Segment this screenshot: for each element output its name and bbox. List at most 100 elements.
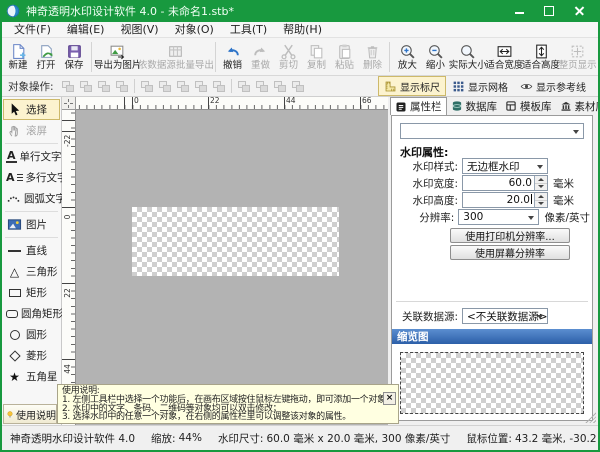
tool-group-separator <box>5 237 58 238</box>
tool-image[interactable]: 图片 <box>3 214 60 235</box>
tool-select[interactable]: 选择 <box>3 99 60 120</box>
zoom-in-button[interactable]: 放大 <box>394 39 420 74</box>
tool-circle[interactable]: 圆形 <box>3 324 60 345</box>
paste-icon <box>336 42 353 60</box>
open-button[interactable]: 打开 <box>33 39 59 74</box>
export-image-button[interactable]: 导出为图片 <box>96 39 139 74</box>
zoom-out-button[interactable]: 缩小 <box>422 39 448 74</box>
group-button[interactable] <box>271 78 289 95</box>
equal-width-button[interactable] <box>235 78 253 95</box>
save-button[interactable]: 保存 <box>61 39 87 74</box>
zoom-in-icon <box>399 42 416 60</box>
new-button[interactable]: 新建 <box>5 39 31 74</box>
undo-button[interactable]: 撤销 <box>219 39 245 74</box>
instructions-box: 使用说明: 1. 左侧工具栏中选择一个功能后，在画布区域按住鼠标左键拖动，即可添… <box>57 384 399 424</box>
paste-button[interactable]: 粘贴 <box>331 39 357 74</box>
align-center-h-button[interactable] <box>156 78 174 95</box>
tool-pan[interactable]: 滚屏 <box>3 120 60 141</box>
tool-multi-line-text[interactable]: A 多行文字 <box>3 167 60 188</box>
resolution-row: 分辨率: 300 像素/英寸 <box>396 209 590 225</box>
tab-templates[interactable]: 模板库 <box>501 97 556 115</box>
status-mouse-value: 43.2 毫米, -30.2 毫米 <box>515 431 598 446</box>
fit-width-icon <box>496 42 513 60</box>
tool-line[interactable]: 直线 <box>3 240 60 261</box>
watermark-style-row: 水印样式: 无边框水印 <box>396 158 590 174</box>
toolbar-separator <box>215 42 216 72</box>
thumbnail-preview[interactable] <box>400 352 584 414</box>
trash-icon <box>364 42 381 60</box>
watermark-width-input[interactable]: 60.0 <box>462 175 548 191</box>
send-backward-button[interactable] <box>113 78 131 95</box>
object-selector[interactable] <box>400 123 584 139</box>
resize-grip[interactable] <box>584 411 596 423</box>
watermark-area[interactable] <box>132 207 339 276</box>
datasource-label: 关联数据源: <box>396 309 458 324</box>
show-guides-toggle[interactable]: 显示参考线 <box>514 76 592 96</box>
line-icon <box>6 250 23 252</box>
main-toolbar: 新建 打开 保存 导出为图片 依数据源批量导出 撤销 <box>2 38 598 76</box>
toolbar-separator <box>134 79 135 93</box>
delete-button[interactable]: 删除 <box>359 39 385 74</box>
spin-up-button[interactable] <box>535 193 547 201</box>
menu-edit[interactable]: 编辑(E) <box>59 22 113 37</box>
menu-tools[interactable]: 工具(T) <box>222 22 275 37</box>
ungroup-button[interactable] <box>289 78 307 95</box>
close-button[interactable] <box>564 1 594 21</box>
send-to-back-button[interactable] <box>77 78 95 95</box>
bring-forward-button[interactable] <box>95 78 113 95</box>
menu-object[interactable]: 对象(O) <box>167 22 222 37</box>
tool-arc-text[interactable]: 圆弧文字 <box>3 188 60 209</box>
actual-size-button[interactable]: 实际大小 <box>450 39 485 74</box>
fit-width-button[interactable]: 适合宽度 <box>487 39 522 74</box>
width-unit-label: 毫米 <box>553 176 574 191</box>
align-bottom-button[interactable] <box>210 78 228 95</box>
tab-materials[interactable]: 素材库 <box>556 97 599 115</box>
align-left-button[interactable] <box>138 78 156 95</box>
menu-help[interactable]: 帮助(H) <box>275 22 330 37</box>
panel-content: 水印属性: 水印样式: 无边框水印 水印宽度: 60.0 <box>391 115 593 421</box>
tool-triangle[interactable]: △ 三角形 <box>3 261 60 282</box>
align-right-button[interactable] <box>174 78 192 95</box>
cut-button[interactable]: 剪切 <box>275 39 301 74</box>
app-window: 神奇透明水印设计软件 4.0 - 未命名1.stb* 文件(F) 编辑(E) 视… <box>0 0 600 452</box>
window-controls <box>504 1 594 21</box>
actual-size-icon <box>459 42 476 60</box>
spin-down-button[interactable] <box>535 184 547 191</box>
close-instructions-button[interactable]: × <box>383 392 396 405</box>
align-top-button[interactable] <box>192 78 210 95</box>
menu-file[interactable]: 文件(F) <box>6 22 59 37</box>
show-ruler-toggle[interactable]: 显示标尺 <box>378 76 446 96</box>
spin-up-button[interactable] <box>535 176 547 184</box>
batch-export-button[interactable]: 依数据源批量导出 <box>141 39 210 74</box>
datasource-select[interactable]: <不关联数据源> <box>462 308 548 324</box>
instructions-line: 3. 选择水印中的任意一个对象，在右侧的属性栏里可以调整该对象的属性。 <box>62 413 394 422</box>
redo-button[interactable]: 重做 <box>247 39 273 74</box>
show-grid-toggle[interactable]: 显示网格 <box>446 76 514 96</box>
maximize-button[interactable] <box>534 1 564 21</box>
canvas[interactable] <box>76 110 388 425</box>
tool-single-line-text[interactable]: A 单行文字 <box>3 146 60 167</box>
tool-diamond[interactable]: 菱形 <box>3 345 60 366</box>
bring-to-front-button[interactable] <box>59 78 77 95</box>
status-zoom-value: 44% <box>179 432 202 444</box>
watermark-style-select[interactable]: 无边框水印 <box>462 158 548 174</box>
use-screen-resolution-button[interactable]: 使用屏幕分辨率 <box>450 245 570 260</box>
resolution-select[interactable]: 300 <box>458 209 539 225</box>
tab-database[interactable]: 数据库 <box>447 97 502 115</box>
minimize-icon <box>515 12 524 14</box>
ruler-number: 66 <box>362 97 372 105</box>
use-printer-resolution-button[interactable]: 使用打印机分辨率... <box>450 228 570 243</box>
fit-height-button[interactable]: 适合高度 <box>524 39 559 74</box>
help-button[interactable]: 使用说明 <box>3 404 57 424</box>
menu-view[interactable]: 视图(V) <box>112 22 166 37</box>
equal-height-button[interactable] <box>253 78 271 95</box>
tool-star[interactable]: ★ 五角星 <box>3 366 60 387</box>
tool-rounded-rectangle[interactable]: 圆角矩形 <box>3 303 60 324</box>
tool-rectangle[interactable]: 矩形 <box>3 282 60 303</box>
copy-button[interactable]: 复制 <box>303 39 329 74</box>
spin-down-button[interactable] <box>535 201 547 208</box>
minimize-button[interactable] <box>504 1 534 21</box>
full-page-button[interactable]: 整页显示 <box>560 39 595 74</box>
tab-properties[interactable]: 属性栏 <box>390 97 447 115</box>
watermark-height-input[interactable]: 20.0 <box>462 192 548 208</box>
